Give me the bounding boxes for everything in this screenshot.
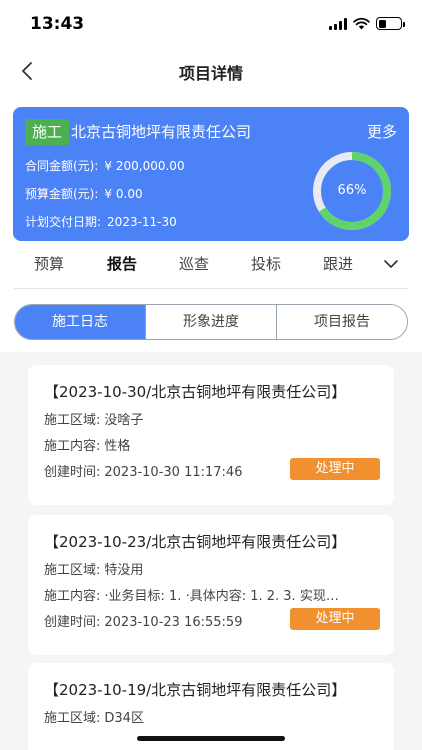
tab-inspection[interactable]: 巡查 (179, 253, 209, 274)
battery-level (378, 19, 386, 28)
page-title: 项目详情 (178, 64, 243, 83)
segment-visual-progress[interactable]: 形象进度 (145, 305, 276, 339)
record-area-value: D34区 (104, 711, 144, 726)
record-content: 施工内容: 性格 (44, 435, 130, 454)
contract-amount-row: 合同金额(元): ¥ 200,000.00 (25, 157, 185, 174)
budget-amount-label: 预算金额(元): (25, 187, 99, 201)
list-item[interactable]: 【2023-10-30/北京古铜地坪有限责任公司】 施工区域: 没啥子 施工内容:… (28, 365, 394, 505)
contract-amount-value: ¥ 200,000.00 (104, 159, 185, 173)
record-created: 创建时间: 2023-10-23 16:55:59 (44, 611, 242, 630)
record-created-value: 2023-10-30 11:17:46 (104, 465, 243, 480)
record-created-label: 创建时间: (44, 465, 101, 480)
record-title: 【2023-10-23/北京古铜地坪有限责任公司】 (44, 533, 347, 551)
delivery-date-value: 2023-11-30 (107, 215, 177, 229)
home-indicator[interactable] (137, 736, 285, 741)
segment-construction-log[interactable]: 施工日志 (15, 305, 145, 339)
record-content-value: 性格 (104, 439, 131, 454)
record-area-label: 施工区域: (44, 413, 101, 428)
category-tabs: 预算 报告 巡查 投标 跟进 (14, 249, 410, 279)
tab-budget[interactable]: 预算 (34, 253, 64, 274)
record-content-label: 施工内容: (44, 439, 101, 454)
record-area-value: 没啥子 (104, 413, 144, 428)
status-icons (329, 17, 405, 30)
record-created: 创建时间: 2023-10-30 11:17:46 (44, 461, 242, 480)
status-bar: 13:43 (0, 0, 422, 48)
more-link[interactable]: 更多 (367, 121, 397, 142)
record-created-label: 创建时间: (44, 615, 101, 630)
record-content-label: 施工内容: (44, 589, 101, 604)
record-area: 施工区域: D34区 (44, 707, 144, 726)
progress-percent: 66% (337, 183, 367, 198)
record-title: 【2023-10-30/北京古铜地坪有限责任公司】 (44, 383, 347, 401)
project-type-tag: 施工 (25, 119, 69, 145)
company-name: 北京古铜地坪有限责任公司 (71, 123, 252, 141)
chevron-down-icon[interactable] (382, 255, 400, 273)
record-area-label: 施工区域: (44, 711, 101, 726)
segment-project-report[interactable]: 项目报告 (276, 305, 407, 339)
budget-amount-row: 预算金额(元): ¥ 0.00 (25, 185, 143, 202)
record-content-value: ·业务目标: 1. ·具体内容: 1. 2. 3. 实现… (104, 589, 339, 604)
nav-bar: 项目详情 (0, 48, 422, 94)
record-area-value: 特没用 (104, 563, 144, 578)
status-badge[interactable]: 处理中 (290, 608, 380, 630)
record-title: 【2023-10-19/北京古铜地坪有限责任公司】 (44, 681, 347, 699)
contract-amount-label: 合同金额(元): (25, 159, 99, 173)
record-area: 施工区域: 没啥子 (44, 409, 143, 428)
status-time: 13:43 (30, 14, 85, 34)
budget-amount-value: ¥ 0.00 (104, 187, 143, 201)
record-area: 施工区域: 特没用 (44, 559, 143, 578)
report-segment-control: 施工日志 形象进度 项目报告 (14, 304, 408, 340)
delivery-date-label: 计划交付日期: (25, 215, 102, 229)
battery-icon (376, 17, 405, 30)
delivery-date-row: 计划交付日期: 2023-11-30 (25, 213, 177, 230)
record-created-value: 2023-10-23 16:55:59 (104, 615, 243, 630)
tab-follow-up[interactable]: 跟进 (323, 253, 353, 274)
status-badge[interactable]: 处理中 (290, 458, 380, 480)
project-summary-card: 施工 北京古铜地坪有限责任公司 更多 合同金额(元): ¥ 200,000.00 … (13, 107, 409, 241)
record-area-label: 施工区域: (44, 563, 101, 578)
tab-bidding[interactable]: 投标 (251, 253, 281, 274)
tabs-divider (14, 288, 408, 289)
record-content: 施工内容: ·业务目标: 1. ·具体内容: 1. 2. 3. 实现… (44, 585, 380, 604)
list-item[interactable]: 【2023-10-23/北京古铜地坪有限责任公司】 施工区域: 特没用 施工内容:… (28, 515, 394, 655)
tab-report[interactable]: 报告 (107, 253, 137, 274)
wifi-icon (353, 17, 370, 30)
screen: 13:43 项目详情 施工 北京古铜地坪有限责任公司 更多 合同金额(元): ¥… (0, 0, 422, 750)
signal-icon (329, 17, 347, 30)
